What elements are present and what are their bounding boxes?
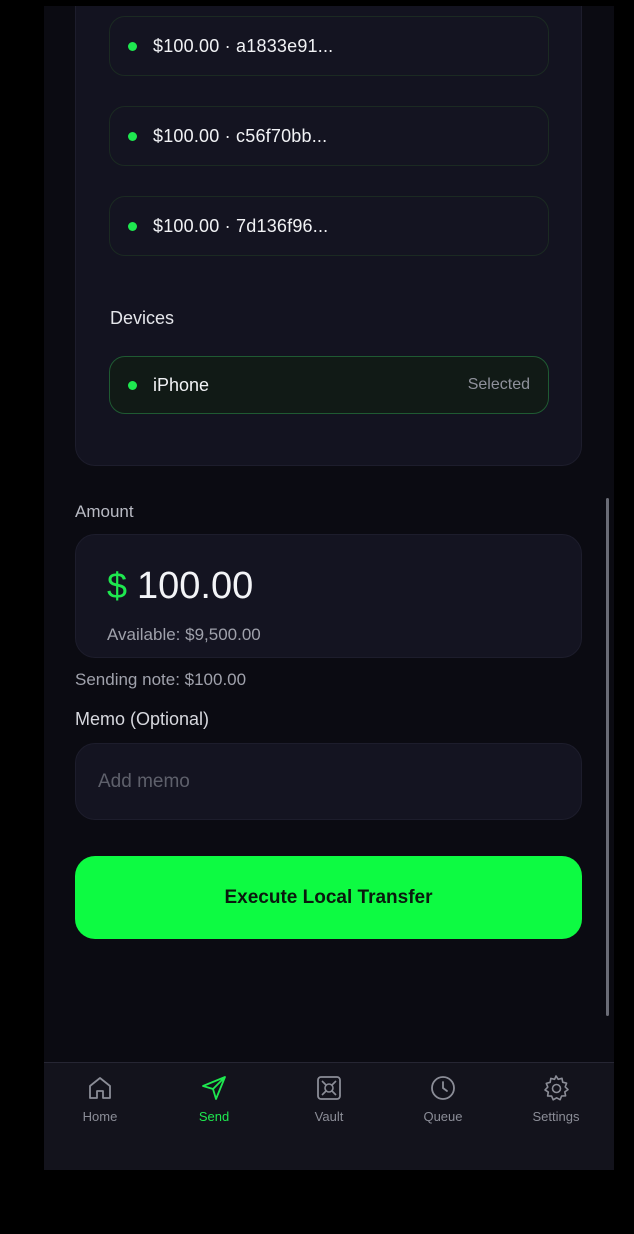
memo-input[interactable] [75, 743, 582, 820]
note-item[interactable]: $100.00 · c56f70bb... [109, 106, 549, 166]
sending-note: Sending note: $100.00 [75, 670, 247, 689]
status-dot [128, 221, 137, 231]
amount-label: Amount [75, 502, 134, 521]
tab-label: Send [198, 1109, 230, 1124]
status-dot [128, 380, 137, 390]
app-frame: $100.00 · a1833e91... $100.00 · c56f70bb… [10, 6, 614, 1228]
devices-heading: Devices [110, 308, 175, 328]
currency-symbol: $ [107, 565, 128, 606]
amount-card[interactable]: $ 100.00 Available: $9,500.00 [75, 534, 582, 658]
send-icon [202, 1076, 226, 1100]
execute-transfer-button[interactable]: Execute Local Transfer [75, 856, 582, 939]
tab-label: Home [82, 1109, 118, 1124]
tab-vault[interactable]: Vault [284, 1073, 374, 1133]
device-item-iphone[interactable]: iPhone Selected [109, 356, 549, 414]
tab-bar: Home Send Vault Queue Settings [44, 1062, 614, 1170]
memo-label: Memo (Optional) [75, 709, 210, 729]
note-label: $100.00 · c56f70bb... [153, 125, 328, 146]
note-item[interactable]: $100.00 · a1833e91... [109, 16, 549, 76]
status-dot [128, 131, 137, 141]
tab-send[interactable]: Send [169, 1073, 259, 1133]
amount-value[interactable]: 100.00 [137, 565, 253, 608]
tab-label: Settings [532, 1109, 580, 1124]
vault-icon [317, 1076, 341, 1100]
gear-icon [544, 1075, 569, 1101]
home-icon [89, 1077, 111, 1099]
tab-home[interactable]: Home [55, 1073, 145, 1133]
scrollbar[interactable] [606, 498, 609, 1016]
clock-icon [431, 1076, 455, 1100]
send-screen: $100.00 · a1833e91... $100.00 · c56f70bb… [44, 6, 614, 1170]
tab-queue[interactable]: Queue [398, 1073, 488, 1133]
status-dot [128, 41, 137, 51]
note-label: $100.00 · a1833e91... [153, 35, 334, 56]
amount-display: $ 100.00 [107, 565, 253, 608]
tab-settings[interactable]: Settings [511, 1073, 601, 1133]
device-name: iPhone [153, 374, 210, 395]
note-item[interactable]: $100.00 · 7d136f96... [109, 196, 549, 256]
note-label: $100.00 · 7d136f96... [153, 215, 329, 236]
available-balance: Available: $9,500.00 [107, 625, 261, 644]
device-status: Selected [467, 376, 530, 393]
tab-label: Queue [423, 1109, 463, 1124]
tab-label: Vault [314, 1109, 344, 1124]
